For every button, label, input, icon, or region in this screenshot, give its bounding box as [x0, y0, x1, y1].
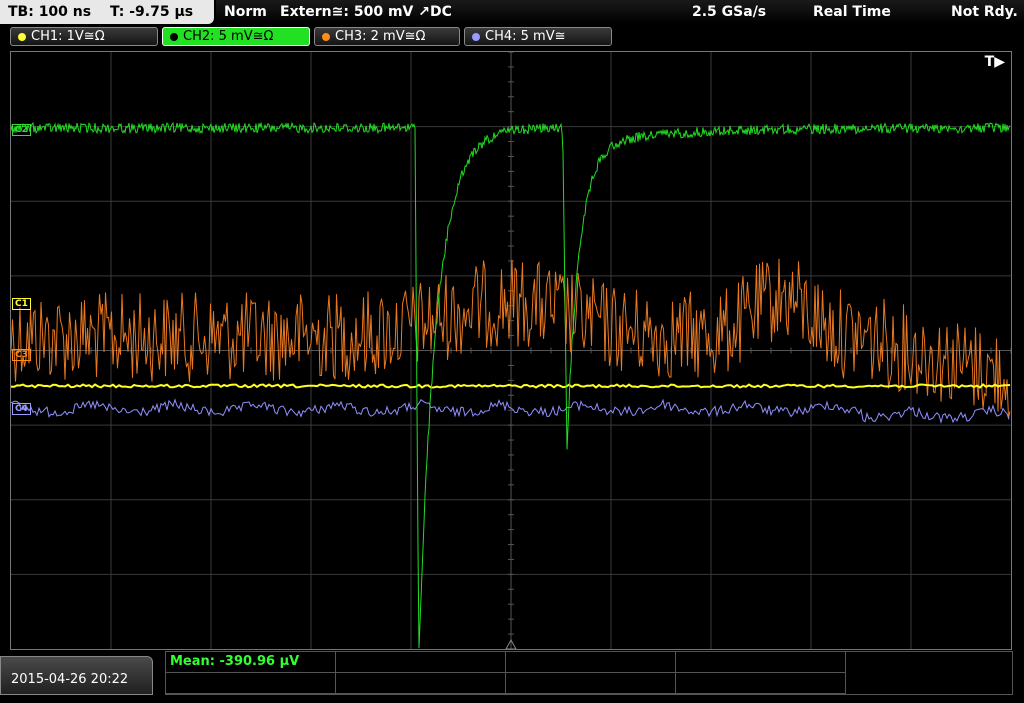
measurement-cell [676, 652, 846, 673]
ch3-color-dot [322, 33, 330, 41]
trigger-time-value: T: -9.75 µs [109, 4, 194, 20]
waveform-canvas [11, 52, 1011, 649]
ch4-waveform [11, 398, 1010, 424]
acquisition-mode: Real Time [813, 4, 891, 20]
measurement-cell [506, 652, 676, 673]
measurement-cell [166, 673, 336, 694]
channel-tab-ch4[interactable]: CH4: 5 mV≅ [464, 27, 612, 46]
measurement-panel[interactable]: Mean: -390.96 µV [165, 651, 1013, 695]
waveform-display[interactable]: T▶ C2 C1 C3 C4 [10, 51, 1012, 650]
channel-label: CH1: 1V≅Ω [31, 29, 105, 44]
timebase-value: TB: 100 ns [8, 4, 92, 20]
ch1-color-dot [18, 33, 26, 41]
channel-tab-ch2[interactable]: CH2: 5 mV≅Ω [162, 27, 310, 46]
channel-label: CH3: 2 mV≅Ω [335, 29, 426, 44]
measurement-cell [336, 673, 506, 694]
trigger-indicator: T▶ [984, 54, 1005, 70]
date-time: 2015-04-26 20:22 [0, 656, 153, 695]
acquisition-panel[interactable]: Norm Extern≅: 500 mV ↗DC 2.5 GSa/s Real … [216, 0, 1024, 24]
measurement-cell [336, 652, 506, 673]
channel-tab-ch3[interactable]: CH3: 2 mV≅Ω [314, 27, 460, 46]
ch4-offset-marker[interactable]: C4 [12, 403, 31, 415]
channel-label: CH4: 5 mV≅ [485, 29, 566, 44]
ch2-offset-marker[interactable]: C2 [12, 124, 31, 136]
ch4-color-dot [472, 33, 480, 41]
trigger-source: Extern≅: 500 mV ↗DC [280, 4, 452, 20]
ch2-color-dot [170, 33, 178, 41]
channel-label: CH2: 5 mV≅Ω [183, 29, 274, 44]
bottom-bar: 2015-04-26 20:22 Mean: -390.96 µV [0, 651, 1024, 695]
sample-rate: 2.5 GSa/s [692, 4, 767, 20]
channel-bar: CH1: 1V≅Ω CH2: 5 mV≅Ω CH3: 2 mV≅Ω CH4: 5… [0, 25, 1024, 47]
measurement-cell [506, 673, 676, 694]
channel-tab-ch1[interactable]: CH1: 1V≅Ω [10, 27, 158, 46]
ch1-offset-marker[interactable]: C1 [12, 298, 31, 310]
measurement-cell [676, 673, 846, 694]
acquisition-status: Not Rdy. [951, 4, 1018, 20]
trigger-mode: Norm [224, 4, 267, 20]
measurement-cell [166, 652, 336, 673]
ch3-offset-marker[interactable]: C3 [12, 349, 31, 361]
timebase-panel[interactable]: TB: 100 ns T: -9.75 µs [0, 0, 214, 24]
status-bar: TB: 100 ns T: -9.75 µs Norm Extern≅: 500… [0, 0, 1024, 24]
